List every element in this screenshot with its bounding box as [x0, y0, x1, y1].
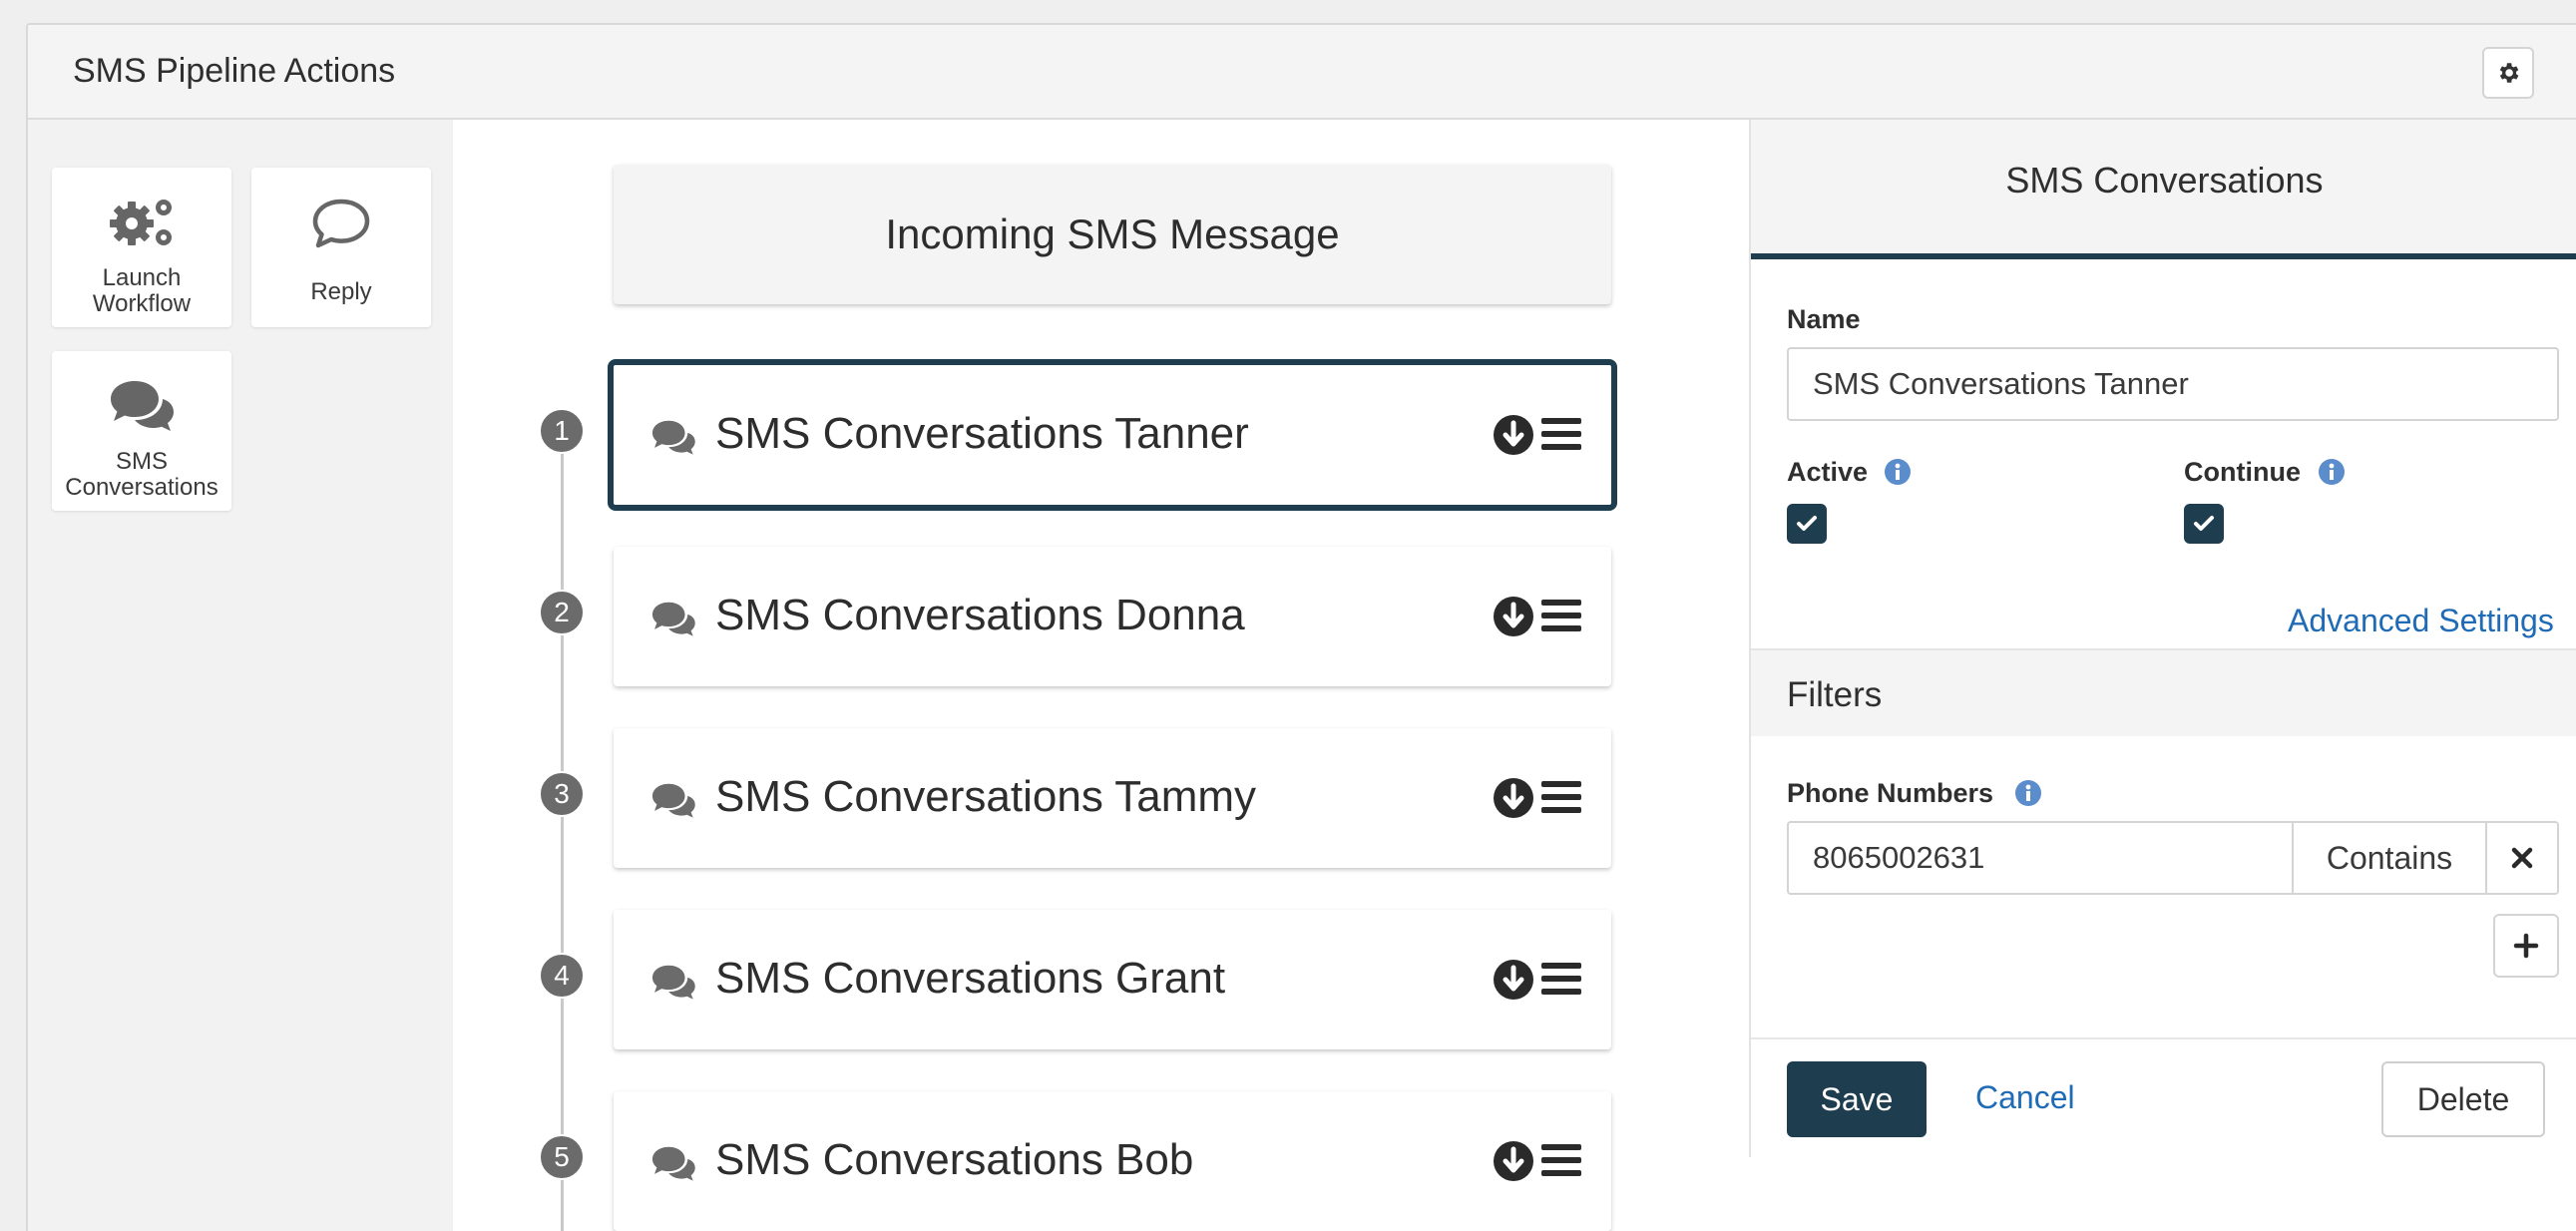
comments-icon — [651, 965, 695, 1000]
tile-label-line2: Workflow — [92, 290, 192, 317]
trigger-card[interactable]: Incoming SMS Message — [614, 165, 1611, 304]
step-number: 5 — [539, 1134, 585, 1180]
pipeline-canvas: Incoming SMS Message 1 SMS Conversations… — [453, 120, 1749, 1231]
close-icon — [2511, 847, 2533, 869]
info-icon[interactable] — [2318, 458, 2346, 486]
step-number: 4 — [539, 953, 585, 999]
step-name: SMS Conversations Bob — [715, 1135, 1194, 1184]
drag-handle-icon[interactable] — [1541, 779, 1581, 815]
tile-label-line2: Conversations — [65, 474, 218, 501]
step-number-text: 4 — [554, 960, 570, 991]
detail-title: SMS Conversations — [2005, 160, 2324, 201]
name-label: Name — [1787, 304, 1861, 334]
step-number: 3 — [539, 771, 585, 817]
phone-number-value: 8065002631 — [1813, 840, 1985, 875]
step-number: 1 — [539, 408, 585, 454]
gears-icon — [110, 200, 172, 245]
filter-operator-select[interactable]: Contains — [2292, 821, 2487, 895]
tile-label-line1: Launch — [102, 264, 182, 291]
filter-operator-value: Contains — [2326, 839, 2453, 876]
filters-title: Filters — [1787, 675, 1883, 714]
step-name: SMS Conversations Grant — [715, 954, 1226, 1003]
tile-label-line1: SMS — [115, 448, 168, 475]
action-tile-reply[interactable]: Reply — [251, 168, 431, 327]
active-checkbox[interactable] — [1787, 504, 1827, 544]
step-name: SMS Conversations Tanner — [715, 409, 1249, 458]
arrow-circle-down-icon[interactable] — [1493, 414, 1534, 456]
step-number-text: 1 — [554, 415, 570, 446]
detail-header: SMS Conversations — [1751, 120, 2576, 259]
arrow-circle-down-icon[interactable] — [1493, 1140, 1534, 1182]
comments-icon — [651, 783, 695, 818]
continue-label: Continue — [2184, 457, 2301, 487]
step-card[interactable]: SMS Conversations Grant — [614, 910, 1611, 1049]
speech-bubble-icon — [312, 199, 370, 248]
trigger-label: Incoming SMS Message — [885, 210, 1340, 257]
phone-number-input[interactable]: 8065002631 — [1787, 821, 2294, 895]
check-icon — [1797, 516, 1817, 531]
settings-button[interactable] — [2482, 47, 2534, 99]
action-tile-sms-conversations[interactable]: SMS Conversations — [52, 351, 231, 511]
step-name: SMS Conversations Tammy — [715, 772, 1257, 821]
phone-numbers-label: Phone Numbers — [1787, 778, 1994, 808]
action-palette: Launch Workflow Reply SMS Conversations — [28, 120, 453, 1231]
arrow-circle-down-icon[interactable] — [1493, 777, 1534, 819]
step-card[interactable]: SMS Conversations Tammy — [614, 728, 1611, 868]
info-icon[interactable] — [1884, 458, 1912, 486]
arrow-circle-down-icon[interactable] — [1493, 959, 1534, 1001]
step-name: SMS Conversations Donna — [715, 591, 1245, 639]
footer-divider — [1751, 1037, 2576, 1039]
step-number: 2 — [539, 590, 585, 635]
panel-title: SMS Pipeline Actions — [73, 52, 396, 90]
name-field-value: SMS Conversations Tanner — [1813, 366, 2189, 401]
save-button[interactable]: Save — [1787, 1061, 1927, 1137]
drag-handle-icon[interactable] — [1541, 961, 1581, 997]
comments-icon — [651, 420, 695, 455]
name-field[interactable]: SMS Conversations Tanner — [1787, 347, 2559, 421]
pipeline-actions-panel: SMS Pipeline Actions Launch Workflow Rep… — [26, 23, 2576, 1231]
cancel-link[interactable]: Cancel — [1975, 1079, 2075, 1116]
step-number-text: 5 — [554, 1141, 570, 1172]
step-number-text: 2 — [554, 597, 570, 627]
tile-label-line1: Reply — [310, 278, 372, 305]
info-icon[interactable] — [2014, 779, 2042, 807]
comments-icon — [111, 381, 174, 431]
check-icon — [2194, 516, 2214, 531]
step-card[interactable]: SMS Conversations Bob — [614, 1091, 1611, 1231]
delete-button[interactable]: Delete — [2381, 1061, 2545, 1137]
step-card[interactable]: SMS Conversations Donna — [614, 547, 1611, 686]
action-detail-panel: SMS Conversations Name SMS Conversations… — [1749, 120, 2576, 1157]
gear-icon — [2499, 63, 2519, 83]
plus-icon — [2513, 933, 2539, 959]
timeline-line — [561, 437, 564, 1231]
step-card-selected[interactable]: SMS Conversations Tanner — [608, 359, 1617, 511]
comments-icon — [651, 602, 695, 636]
continue-checkbox[interactable] — [2184, 504, 2224, 544]
drag-handle-icon[interactable] — [1541, 1142, 1581, 1178]
advanced-settings-link[interactable]: Advanced Settings — [2288, 603, 2554, 639]
active-label: Active — [1787, 457, 1869, 487]
arrow-circle-down-icon[interactable] — [1493, 596, 1534, 637]
panel-header: SMS Pipeline Actions — [28, 25, 2576, 120]
drag-handle-icon[interactable] — [1541, 598, 1581, 633]
step-number-text: 3 — [554, 778, 570, 809]
action-tile-launch-workflow[interactable]: Launch Workflow — [52, 168, 231, 327]
remove-filter-button[interactable] — [2485, 821, 2559, 895]
comments-icon — [651, 1146, 695, 1181]
add-filter-button[interactable] — [2493, 914, 2559, 978]
drag-handle-icon[interactable] — [1541, 416, 1581, 452]
filters-section-header: Filters — [1751, 648, 2576, 736]
